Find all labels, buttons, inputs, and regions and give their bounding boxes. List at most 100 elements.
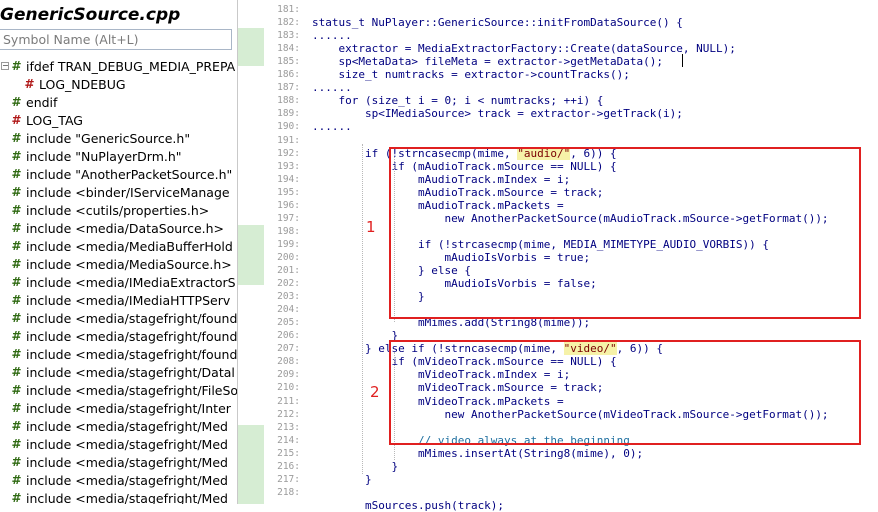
hash-icon: # [11, 149, 22, 163]
line-number: 201: [277, 265, 300, 276]
hash-icon: # [11, 383, 22, 397]
symbol-label: include <media/stagefright/found [26, 311, 238, 326]
symbol-label: include <media/stagefright/Med [26, 455, 228, 470]
symbol-item[interactable]: # LOG_NDEBUG [0, 76, 237, 94]
symbol-label: include <cutils/properties.h> [26, 203, 210, 218]
symbol-item[interactable]: # include <media/stagefright/Inter [0, 400, 237, 418]
highlight-label-1: 1 [366, 218, 376, 236]
line-number: 193: [277, 160, 300, 172]
code-token: size_t numtracks = extractor->countTrack… [312, 68, 630, 82]
symbol-label: LOG_NDEBUG [39, 77, 126, 92]
code-line[interactable]: ...... [312, 29, 352, 42]
symbol-label: include <media/stagefright/Med [26, 437, 228, 452]
line-number: 203: [277, 291, 300, 303]
symbol-item[interactable]: − # ifdef TRAN_DEBUG_MEDIA_PREPA [0, 58, 237, 76]
symbol-item[interactable]: # include <cutils/properties.h> [0, 202, 237, 220]
symbol-item[interactable]: # include <media/stagefright/Med [0, 472, 237, 490]
symbol-item[interactable]: # LOG_TAG [0, 112, 237, 130]
line-number: 210: [277, 382, 300, 394]
line-number: 200: [277, 251, 300, 263]
code-token: ...... [312, 81, 352, 95]
symbol-item[interactable]: # include "AnotherPacketSource.h" [0, 166, 237, 184]
code-line[interactable]: for (size_t i = 0; i < numtracks; ++i) { [312, 94, 603, 107]
line-number: 218: [277, 486, 300, 498]
hash-icon: # [11, 365, 22, 379]
symbol-item[interactable]: # include <media/stagefright/found [0, 310, 237, 328]
code-line[interactable]: } [312, 460, 398, 473]
line-number: 189: [277, 108, 300, 120]
line-number: 199: [277, 238, 300, 250]
symbol-label: include <media/IMediaExtractorS [26, 275, 236, 290]
hash-icon: # [11, 455, 22, 469]
symbol-item[interactable]: # include <media/stagefright/Med [0, 418, 237, 436]
hash-icon: # [11, 473, 22, 487]
symbol-item[interactable]: # include <binder/IServiceManage [0, 184, 237, 202]
hash-icon: # [11, 257, 22, 271]
code-line[interactable]: ...... [312, 120, 352, 133]
symbol-item[interactable]: # include <media/stagefright/Med [0, 490, 237, 504]
symbol-label: include "GenericSource.h" [26, 131, 191, 146]
symbol-item[interactable]: # include <media/MediaBufferHold [0, 238, 237, 256]
symbol-item[interactable]: # include <media/IMediaHTTPServ [0, 292, 237, 310]
symbol-item[interactable]: # include "NuPlayerDrm.h" [0, 148, 237, 166]
line-number: 190: [277, 121, 300, 133]
hash-icon: # [11, 275, 22, 289]
symbol-label: include <media/MediaSource.h> [26, 257, 232, 272]
symbol-search-input[interactable] [0, 29, 232, 50]
code-line[interactable]: sp<MetaData> fileMeta = extractor->getMe… [312, 55, 663, 68]
line-number: 216: [277, 460, 300, 472]
symbol-item[interactable]: # include <media/DataSource.h> [0, 220, 237, 238]
line-number: 209: [277, 369, 300, 381]
line-number: 195: [277, 186, 300, 198]
symbol-label: include <media/MediaBufferHold [26, 239, 233, 254]
hash-icon: # [11, 347, 22, 361]
hash-icon: # [11, 401, 22, 415]
line-number: 208: [277, 356, 300, 368]
code-line[interactable]: sp<IMediaSource> track = extractor->getT… [312, 107, 683, 120]
symbol-label: include <media/IMediaHTTPServ [26, 293, 231, 308]
hash-icon: # [11, 203, 22, 217]
symbol-item[interactable]: # endif [0, 94, 237, 112]
line-number: 205: [277, 317, 300, 329]
hash-icon: # [11, 419, 22, 433]
symbol-label: include <media/stagefright/found [26, 347, 238, 362]
symbol-list: − # ifdef TRAN_DEBUG_MEDIA_PREPA # LOG_NDEBU… [0, 58, 237, 504]
code-line[interactable]: status_t NuPlayer::GenericSource::initFr… [312, 16, 683, 29]
symbol-item[interactable]: # include "GenericSource.h" [0, 130, 237, 148]
code-line[interactable]: extractor = MediaExtractorFactory::Creat… [312, 42, 736, 56]
highlight-label-2: 2 [370, 383, 380, 401]
line-number: 207: [277, 343, 300, 355]
symbol-label: include <binder/IServiceManage [26, 185, 230, 200]
hash-icon: # [11, 491, 22, 504]
code-token: sp<IMediaSource> track = extractor->getT… [312, 107, 683, 121]
change-marker [238, 425, 264, 504]
symbol-item[interactable]: # include <media/stagefright/Med [0, 436, 237, 454]
symbol-item[interactable]: # include <media/stagefright/Datal [0, 364, 237, 382]
symbol-label: include <media/DataSource.h> [26, 221, 225, 236]
code-line[interactable]: } [312, 473, 372, 486]
hash-icon: # [11, 113, 22, 127]
highlight-box-2 [389, 340, 861, 445]
line-number: 181: [277, 4, 300, 15]
code-line[interactable]: ...... [312, 81, 352, 94]
code-line[interactable]: } [312, 329, 398, 342]
symbol-item[interactable]: # include <media/MediaSource.h> [0, 256, 237, 274]
code-token: extractor = MediaExtractorFactory::Creat… [312, 42, 736, 56]
symbol-item[interactable]: # include <media/stagefright/FileSo [0, 382, 237, 400]
hash-icon: # [11, 95, 22, 109]
line-number: 196: [277, 199, 300, 211]
hash-icon: # [11, 167, 22, 181]
symbol-item[interactable]: # include <media/stagefright/found [0, 328, 237, 346]
code-token: } [312, 472, 372, 486]
code-line[interactable]: mSources.push(track); [312, 499, 504, 512]
symbol-item[interactable]: # include <media/IMediaExtractorS [0, 274, 237, 292]
symbol-label: LOG_TAG [26, 113, 83, 128]
symbol-item[interactable]: # include <media/stagefright/found [0, 346, 237, 364]
collapse-toggle-icon[interactable]: − [1, 62, 9, 70]
hash-icon: # [11, 59, 22, 73]
text-cursor [682, 54, 683, 67]
code-line[interactable]: size_t numtracks = extractor->countTrack… [312, 68, 630, 82]
line-number: 204: [277, 304, 300, 316]
change-gutter [238, 0, 264, 504]
symbol-item[interactable]: # include <media/stagefright/Med [0, 454, 237, 472]
